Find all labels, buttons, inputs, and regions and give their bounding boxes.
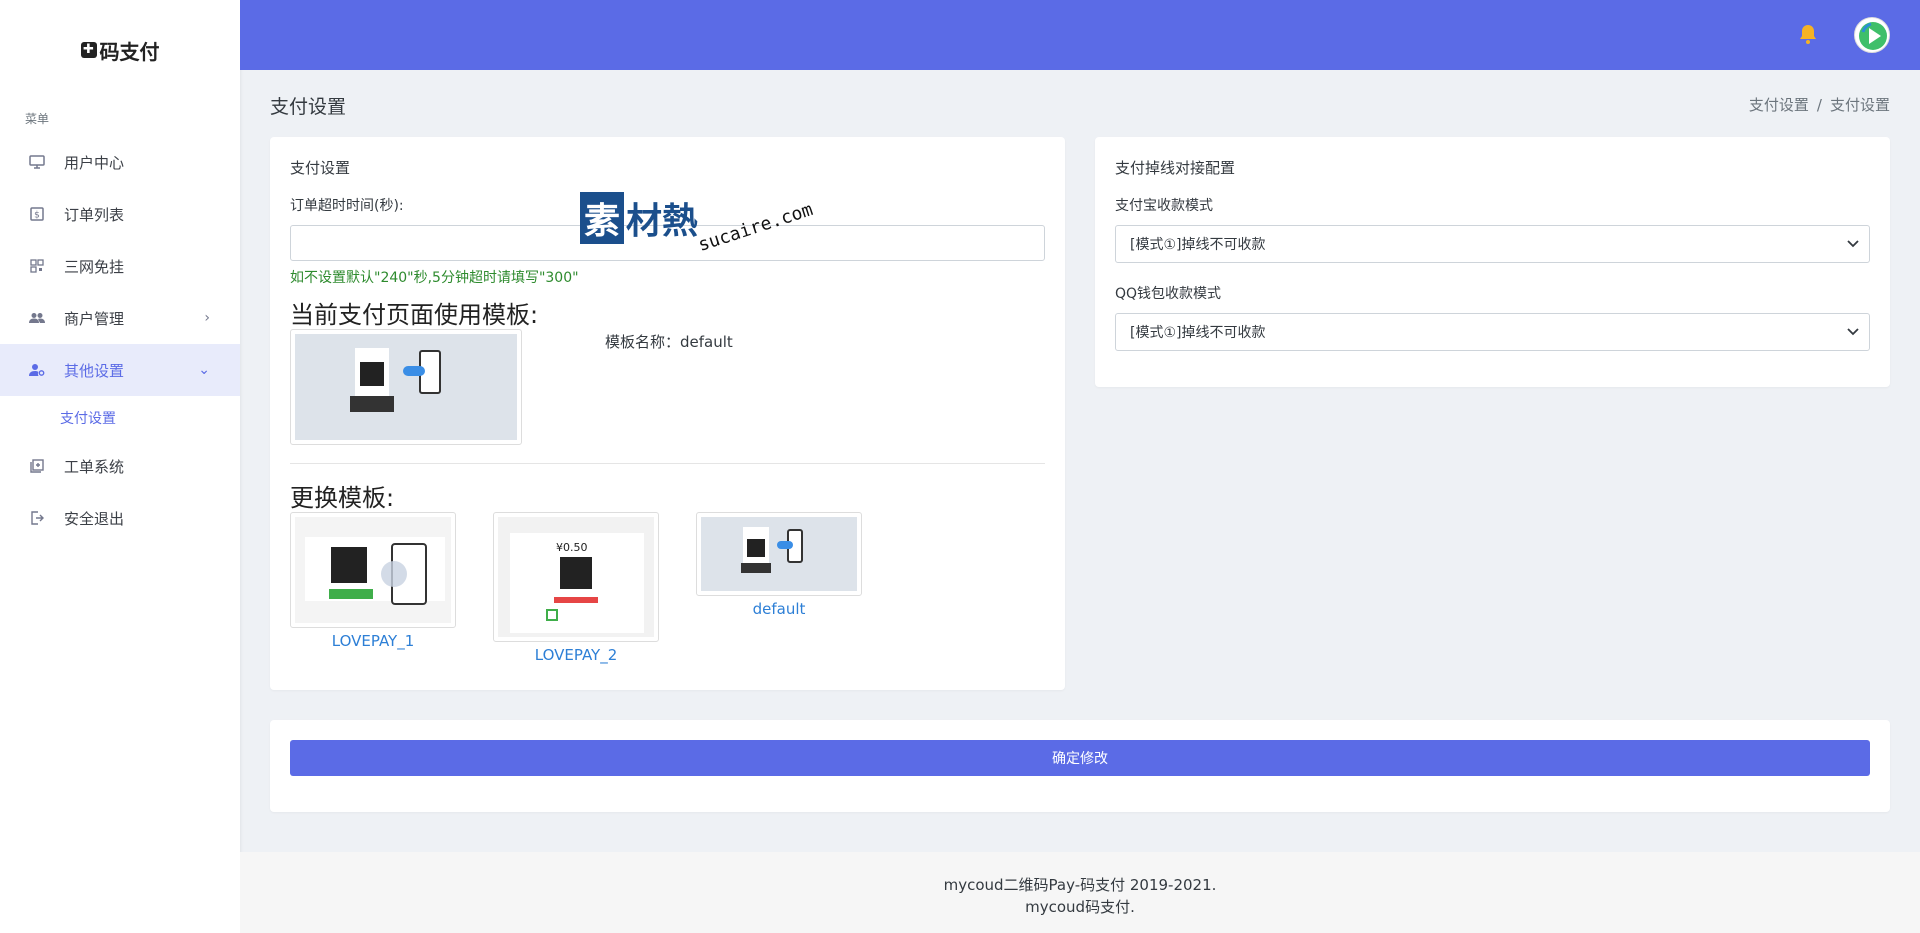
template-amount: ¥0.50 [556,541,588,554]
footer: mycoud二维码Pay-码支付 2019-2021. mycoud码支付. [240,852,1920,933]
template-link[interactable]: default [753,600,806,618]
user-settings-icon [28,361,46,379]
template-preview-image [701,517,857,591]
timeout-help-text: 如不设置默认"240"秒,5分钟超时请填写"300" [290,270,579,286]
breadcrumb-separator: / [1816,96,1822,114]
watermark-logo: 素 [580,192,624,244]
sidebar-item-label: 安全退出 [64,509,125,528]
current-template-heading: 当前支付页面使用模板: [290,301,539,329]
avatar[interactable] [1854,17,1890,53]
card-title: 支付掉线对接配置 [1115,159,1236,177]
footer-line: mycoud二维码Pay-码支付 2019-2021. [943,876,1217,894]
page-title: 支付设置 [270,96,347,118]
sidebar-item-label: 工单系统 [64,457,125,476]
template-preview-image [295,517,451,623]
chevron-down-icon [1847,325,1859,339]
ticket-icon [28,457,46,475]
template-thumbnail[interactable]: ¥0.50 [493,512,659,642]
current-template-thumbnail [290,329,522,445]
chevron-right-icon: › [204,310,210,326]
divider [290,463,1045,464]
current-template-row: 模板名称：default [290,329,1045,447]
sidebar-item-orders[interactable]: $ 订单列表 [0,188,240,240]
svg-text:$: $ [34,211,40,221]
sidebar-item-merchants[interactable]: 商户管理 › [0,292,240,344]
submit-card: 确定修改 [270,720,1890,812]
template-option-lovepay-2[interactable]: ¥0.50 LOVEPAY_2 [493,512,659,664]
qq-mode-label: QQ钱包收款模式 [1115,286,1222,302]
breadcrumb-item[interactable]: 支付设置 [1749,96,1809,114]
template-preview-image: ¥0.50 [498,517,654,637]
template-name: 模板名称：default [605,333,733,351]
sidebar-item-other-settings[interactable]: 其他设置 ⌄ [0,344,240,396]
alipay-mode-label: 支付宝收款模式 [1115,198,1213,214]
chevron-down-icon: ⌄ [198,362,210,378]
offline-config-card: 支付掉线对接配置 支付宝收款模式 [模式①]掉线不可收款 QQ钱包收款模式 [模… [1095,137,1890,387]
select-value: [模式①]掉线不可收款 [1130,237,1266,253]
dollar-receipt-icon: $ [28,205,46,223]
change-template-heading: 更换模板: [290,484,395,512]
logout-icon [28,509,46,527]
template-list: LOVEPAY_1 ¥0.50 LOVEPAY_2 default [290,512,1045,664]
sidebar-item-user-center[interactable]: 用户中心 [0,136,240,188]
card-title: 支付设置 [290,159,351,177]
plus-square-icon: ✚ [80,42,97,58]
template-preview-image [295,334,517,440]
breadcrumb: 支付设置 / 支付设置 [1749,94,1890,115]
submenu-item-pay-settings[interactable]: 支付设置 [0,396,240,440]
sidebar-item-label: 订单列表 [64,205,125,224]
sidebar-item-three-network[interactable]: 三网免挂 [0,240,240,292]
brand-name: 码支付 [99,39,160,64]
chevron-down-icon [1847,237,1859,251]
topbar [240,0,1920,70]
sidebar-item-label: 商户管理 [64,309,125,328]
template-link[interactable]: LOVEPAY_2 [535,646,618,664]
bell-icon[interactable] [1796,22,1820,46]
sidebar-item-label: 用户中心 [64,153,125,172]
users-icon [28,309,46,327]
template-link[interactable]: LOVEPAY_1 [332,632,415,650]
qrcode-icon [28,257,46,275]
menu-title: 菜单 [25,112,50,126]
sidebar-item-label: 其他设置 [64,361,125,380]
watermark-text: 材熱 [626,201,699,242]
breadcrumb-item-current: 支付设置 [1829,96,1890,114]
logo[interactable]: ✚ 码支付 [0,0,240,100]
sidebar-item-tickets[interactable]: 工单系统 [0,440,240,492]
alipay-mode-select[interactable]: [模式①]掉线不可收款 [1115,225,1870,263]
watermark: 素 材熱 sucaire.com [580,192,816,255]
template-thumbnail[interactable] [696,512,862,596]
sidebar-item-logout[interactable]: 安全退出 [0,492,240,544]
select-value: [模式①]掉线不可收款 [1130,325,1266,341]
sidebar: ✚ 码支付 菜单 用户中心 $ 订单列表 三网免挂 商户管理 › 其他设置 ⌄ … [0,0,240,933]
qq-mode-select[interactable]: [模式①]掉线不可收款 [1115,313,1870,351]
template-option-lovepay-1[interactable]: LOVEPAY_1 [290,512,456,664]
sidebar-item-label: 三网免挂 [64,257,125,276]
footer-line: mycoud码支付. [1025,898,1135,916]
submit-button[interactable]: 确定修改 [290,740,1870,776]
template-option-default[interactable]: default [696,512,862,664]
template-thumbnail[interactable] [290,512,456,628]
monitor-icon [28,153,46,171]
